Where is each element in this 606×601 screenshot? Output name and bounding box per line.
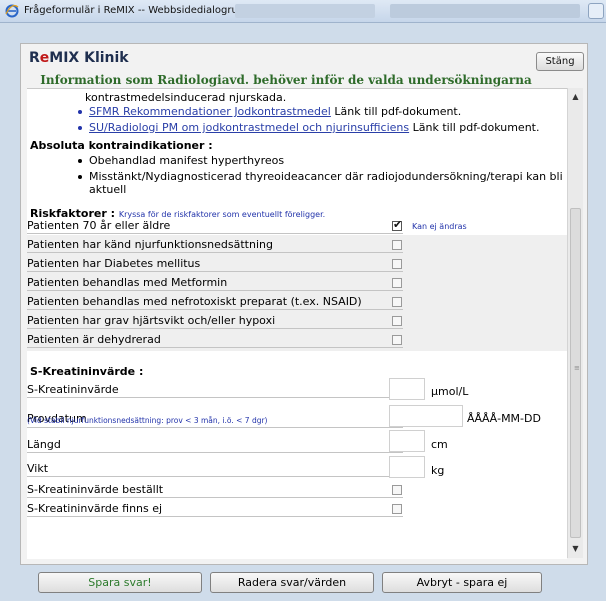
content-scrollbar[interactable]: ▲ ≡ ▼: [567, 88, 583, 558]
logo-text: e: [39, 50, 50, 66]
questionnaire-content: kontrastmedelsinducerad njurskada. SFMR …: [27, 88, 567, 559]
kreatinin-unit: µmol/L: [431, 385, 469, 398]
contraindication-item: Obehandlad manifest hyperthyreos: [89, 154, 285, 167]
weight-input[interactable]: [389, 456, 425, 478]
kreatinin-row: S-Kreatininvärde: [27, 381, 403, 398]
ordered-label: S-Kreatininvärde beställt: [27, 483, 164, 496]
link-suffix: Länk till pdf-dokument.: [330, 105, 462, 118]
info-link-item: SU/Radiologi PM om jodkontrastmedel och …: [89, 121, 539, 134]
scroll-down-arrow-icon[interactable]: ▼: [568, 542, 583, 556]
app-logo: ReMIX Klinik: [29, 50, 129, 66]
risk-label: Patienten behandlas med Metformin: [27, 276, 228, 289]
bullet: [78, 175, 82, 179]
length-row: Längd: [27, 436, 403, 453]
risk-checkbox-nephrotoxic[interactable]: [392, 297, 402, 307]
bullet: [78, 126, 82, 130]
risk-checkbox-kidney[interactable]: [392, 240, 402, 250]
missing-label: S-Kreatininvärde finns ej: [27, 502, 163, 515]
provdatum-note: (Vid stabil njurfunktionsnedsättning: pr…: [27, 416, 268, 425]
kreatinin-label: S-Kreatininvärde: [27, 383, 119, 396]
locked-note: Kan ej ändras: [412, 222, 467, 231]
su-radiologi-pdf-link[interactable]: SU/Radiologi PM om jodkontrastmedel och …: [89, 121, 409, 134]
clear-answers-button[interactable]: Radera svar/värden: [210, 572, 374, 593]
risk-label: Patienten är dehydrerad: [27, 333, 161, 346]
risk-row: Patienten har känd njurfunktionsnedsättn…: [27, 236, 403, 253]
risk-label: Patienten 70 år eller äldre: [27, 219, 171, 232]
internet-explorer-icon: [5, 4, 19, 18]
background-window-title: [235, 4, 375, 18]
info-text: kontrastmedelsinducerad njurskada.: [85, 91, 287, 104]
risk-checkbox-dehydrated[interactable]: [392, 335, 402, 345]
provdatum-row: Provdatum (Vid stabil njurfunktionsnedsät…: [27, 401, 403, 428]
date-format-hint: ÅÅÅÅ-MM-DD: [467, 412, 541, 425]
risk-row: Patienten 70 år eller äldre: [27, 217, 403, 234]
risk-label: Patienten behandlas med nefrotoxiskt pre…: [27, 295, 362, 308]
risk-label: Patienten har Diabetes mellitus: [27, 257, 201, 270]
risk-row: Patienten är dehydrerad: [27, 331, 403, 348]
scroll-up-arrow-icon[interactable]: ▲: [568, 90, 583, 104]
length-label: Längd: [27, 438, 61, 451]
kreatinin-heading: S-Kreatininvärde :: [30, 365, 144, 378]
ordered-row: S-Kreatininvärde beställt: [27, 481, 403, 498]
window-title: Frågeformulär i ReMIX -- Webbsidedialogr…: [24, 5, 248, 16]
close-button[interactable]: Stäng: [536, 52, 584, 71]
link-suffix: Länk till pdf-dokument.: [409, 121, 540, 134]
risk-checkbox-heart-failure[interactable]: [392, 316, 402, 326]
weight-unit: kg: [431, 464, 445, 477]
weight-row: Vikt: [27, 460, 403, 477]
background-window-title: [390, 4, 580, 18]
contraindication-item: Misstänkt/Nydiagnosticerad thyreoideacan…: [89, 170, 563, 183]
contraindications-heading: Absoluta kontraindikationer :: [30, 139, 213, 152]
length-input[interactable]: [389, 430, 425, 452]
grip-icon: ≡: [574, 364, 580, 372]
weight-label: Vikt: [27, 462, 49, 475]
provdatum-input[interactable]: [389, 405, 463, 427]
window-close-button[interactable]: [588, 3, 604, 19]
info-link-item: SFMR Rekommendationer Jodkontrastmedel L…: [89, 105, 461, 118]
kreatinin-input[interactable]: [389, 378, 425, 400]
kreatinin-missing-checkbox[interactable]: [392, 504, 402, 514]
length-unit: cm: [431, 438, 448, 451]
dialog-subtitle: Information som Radiologiavd. behöver in…: [40, 73, 532, 87]
kreatinin-ordered-checkbox[interactable]: [392, 485, 402, 495]
window-titlebar: Frågeformulär i ReMIX -- Webbsidedialogr…: [0, 0, 606, 23]
risk-checkbox-metformin[interactable]: [392, 278, 402, 288]
sfmr-pdf-link[interactable]: SFMR Rekommendationer Jodkontrastmedel: [89, 105, 331, 118]
bullet: [78, 110, 82, 114]
risk-checkbox-diabetes[interactable]: [392, 259, 402, 269]
cancel-button[interactable]: Avbryt - spara ej: [382, 572, 542, 593]
contraindication-item: aktuell: [89, 183, 127, 196]
risk-row: Patienten behandlas med Metformin: [27, 274, 403, 291]
risk-checkbox-age70[interactable]: [392, 218, 402, 231]
risk-row: Patienten har grav hjärtsvikt och/eller …: [27, 312, 403, 329]
risk-row: Patienten behandlas med nefrotoxiskt pre…: [27, 293, 403, 310]
risk-label: Patienten har grav hjärtsvikt och/eller …: [27, 314, 276, 327]
risk-row: Patienten har Diabetes mellitus: [27, 255, 403, 272]
logo-text: MIX Klinik: [49, 50, 129, 66]
bullet: [78, 159, 82, 163]
missing-row: S-Kreatininvärde finns ej: [27, 500, 403, 517]
scroll-thumb[interactable]: ≡: [570, 208, 581, 538]
risk-label: Patienten har känd njurfunktionsnedsättn…: [27, 238, 273, 251]
questionnaire-dialog: ReMIX Klinik Stäng Information som Radio…: [20, 43, 588, 565]
logo-text: R: [29, 50, 40, 66]
save-answers-button[interactable]: Spara svar!: [38, 572, 202, 593]
